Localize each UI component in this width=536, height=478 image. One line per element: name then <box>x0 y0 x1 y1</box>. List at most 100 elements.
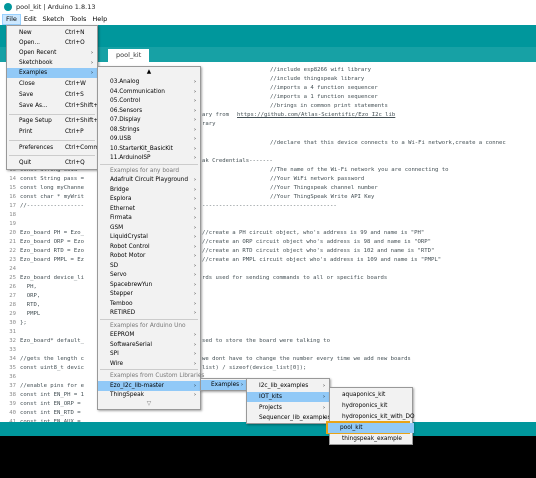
menu-item-examples[interactable]: Examples › <box>7 68 97 78</box>
menu-item-ezo-examples[interactable]: Examples › <box>201 380 247 390</box>
menu-item-page-setup[interactable]: Page Setup Ctrl+Shift+P <box>7 116 102 126</box>
menu-item-quit[interactable]: Quit Ctrl+Q <box>7 158 97 168</box>
menu-item-preferences[interactable]: Preferences Ctrl+Comma <box>7 143 103 153</box>
code-line: //gets the length c <box>20 356 84 362</box>
line-number: 19 <box>9 221 16 227</box>
line-number: 34 <box>9 356 16 362</box>
code-comment: ---------------------------------------- <box>202 203 337 209</box>
submenu-arrow-icon: › <box>194 300 196 307</box>
code-comment: //The name of the Wi-Fi network you are … <box>270 167 449 173</box>
menu-item-example-library[interactable]: RETIRED › <box>98 308 200 318</box>
menu-item-example-library[interactable]: 05.Control › <box>98 96 200 106</box>
submenu-arrow-icon: › <box>194 332 196 338</box>
submenu-arrow-icon: › <box>194 79 196 85</box>
submenu-arrow-icon: › <box>194 341 196 348</box>
code-line: Ezo_board* default_ <box>20 338 84 344</box>
menu-item-example-library[interactable]: 09.USB › <box>98 134 200 144</box>
menu-item-example-library[interactable]: Bridge › <box>98 185 200 195</box>
menu-section-header: Examples for any board <box>110 167 180 174</box>
menu-item-example-library[interactable]: Ezo_I2c_lib-master › <box>98 380 200 391</box>
menu-file[interactable]: File <box>2 14 21 25</box>
tab-pool-kit[interactable]: pool_kit <box>108 49 150 62</box>
menu-item-example-library[interactable]: SpacebrewYun › <box>98 280 200 290</box>
menu-item-example-library[interactable]: 04.Communication › <box>98 87 200 97</box>
menu-item-sequencer-lib-examples[interactable]: Sequencer_lib_examples › <box>247 413 331 423</box>
submenu-arrow-icon: › <box>194 98 196 104</box>
menu-item-example-library[interactable]: Wire › <box>98 359 200 369</box>
menu-item-example-library[interactable]: Robot Control › <box>98 242 200 252</box>
scroll-up-icon[interactable]: ▲ <box>98 67 200 77</box>
code-comment: //Your Thingspeak channel number <box>270 185 378 191</box>
code-comment: list) / sizeof(device_list[0]); <box>202 365 307 371</box>
menu-item-example-library[interactable]: Adafruit Circuit Playground › <box>98 175 200 185</box>
menu-item-example-library[interactable]: Esplora › <box>98 194 200 204</box>
menu-item-example-library[interactable]: 03.Analog › <box>98 77 200 87</box>
menu-item-example-library[interactable]: Servo › <box>98 270 200 280</box>
menu-item-hydroponics-kit[interactable]: hydroponics_kit <box>330 401 412 411</box>
code-comment: //imports a 4 function sequencer <box>270 85 378 91</box>
menu-item-open[interactable]: Open... Ctrl+O <box>7 38 97 48</box>
menu-edit[interactable]: Edit <box>21 14 40 25</box>
menu-item-example-library[interactable]: Temboo › <box>98 299 200 309</box>
menu-item-new[interactable]: New Ctrl+N <box>7 28 97 38</box>
menu-item-close[interactable]: Close Ctrl+W <box>7 79 97 89</box>
arduino-logo-icon <box>4 3 12 11</box>
line-number: 18 <box>9 212 16 218</box>
code-comment: rds used for sending commands to all or … <box>202 275 388 281</box>
menu-item-save[interactable]: Save Ctrl+S <box>7 90 97 100</box>
submenu-arrow-icon: › <box>194 272 196 278</box>
menu-item-open-recent[interactable]: Open Recent › <box>7 48 97 58</box>
menu-item-example-library[interactable]: 10.StarterKit_BasicKit › <box>98 144 200 154</box>
menu-item-thingspeak-example[interactable]: thingspeak_example <box>330 434 412 444</box>
code-line: Ezo_board device_li <box>20 275 84 281</box>
menu-item-aquaponics-kit[interactable]: aquaponics_kit <box>330 390 412 400</box>
ezo-lib-submenu: Examples › <box>200 378 248 391</box>
menu-item-example-library[interactable]: Firmata › <box>98 213 200 223</box>
menu-separator <box>9 140 95 141</box>
line-number: 23 <box>9 257 16 263</box>
menu-item-example-library[interactable]: SPI › <box>98 349 200 359</box>
submenu-arrow-icon: › <box>194 145 196 152</box>
line-number: 20 <box>9 230 16 236</box>
line-number: 26 <box>9 284 16 290</box>
menu-item-example-library[interactable]: 06.Sensors › <box>98 106 200 116</box>
code-comment: ak Credentials------- <box>202 158 273 164</box>
menu-item-save-as[interactable]: Save As... Ctrl+Shift+S <box>7 101 102 111</box>
menu-item-sketchbook[interactable]: Sketchbook › <box>7 58 97 68</box>
submenu-arrow-icon: › <box>194 234 196 240</box>
menu-item-example-library[interactable]: LiquidCrystal › <box>98 232 200 242</box>
menu-tools[interactable]: Tools <box>67 14 89 25</box>
code-comment: rary <box>202 121 216 127</box>
code-line: const int EN_RTD = <box>20 410 81 416</box>
submenu-arrow-icon: › <box>194 382 196 389</box>
menu-item-iot-kits[interactable]: IOT_kits › <box>247 392 329 402</box>
menu-item-projects[interactable]: Projects › <box>247 403 329 413</box>
menu-item-example-library[interactable]: 11.ArduinoISP › <box>98 153 200 163</box>
code-line: PH, <box>20 284 37 290</box>
menu-item-example-library[interactable]: 08.Strings › <box>98 125 200 135</box>
menu-item-example-library[interactable]: SD › <box>98 261 200 271</box>
menu-sketch[interactable]: Sketch <box>39 14 67 25</box>
line-number: 28 <box>9 302 16 308</box>
submenu-arrow-icon: › <box>194 243 196 250</box>
menu-item-example-library[interactable]: GSM › <box>98 223 200 233</box>
menu-item-example-library[interactable]: Stepper › <box>98 289 200 299</box>
menu-help[interactable]: Help <box>89 14 110 25</box>
menu-item-example-library[interactable]: Ethernet › <box>98 204 200 214</box>
menu-item-print[interactable]: Print Ctrl+P <box>7 127 97 137</box>
submenu-arrow-icon: › <box>194 88 196 95</box>
menu-item-example-library[interactable]: SoftwareSerial › <box>98 340 200 350</box>
line-number: 21 <box>9 239 16 245</box>
submenu-arrow-icon: › <box>194 215 196 221</box>
title-bar: pool_kit | Arduino 1.8.13 <box>0 0 536 14</box>
menu-item-example-library[interactable]: Robot Motor › <box>98 251 200 261</box>
code-comment: //Your ThingSpeak Write API Key <box>270 194 375 200</box>
library-url-link[interactable]: https://github.com/Atlas-Scientific/Ezo_… <box>237 112 395 118</box>
menu-item-example-library[interactable]: 07.Display › <box>98 115 200 125</box>
menu-item-pool-kit[interactable]: pool_kit <box>328 423 414 433</box>
menu-item-example-library[interactable]: EEPROM › <box>98 330 200 340</box>
code-line: RTD, <box>20 302 41 308</box>
code-comment: //create a PH circuit object, who's addr… <box>202 230 425 236</box>
menu-item-i2c-lib-examples[interactable]: I2c_lib_examples › <box>247 381 329 391</box>
scroll-down-icon[interactable]: ▽ <box>98 399 200 409</box>
